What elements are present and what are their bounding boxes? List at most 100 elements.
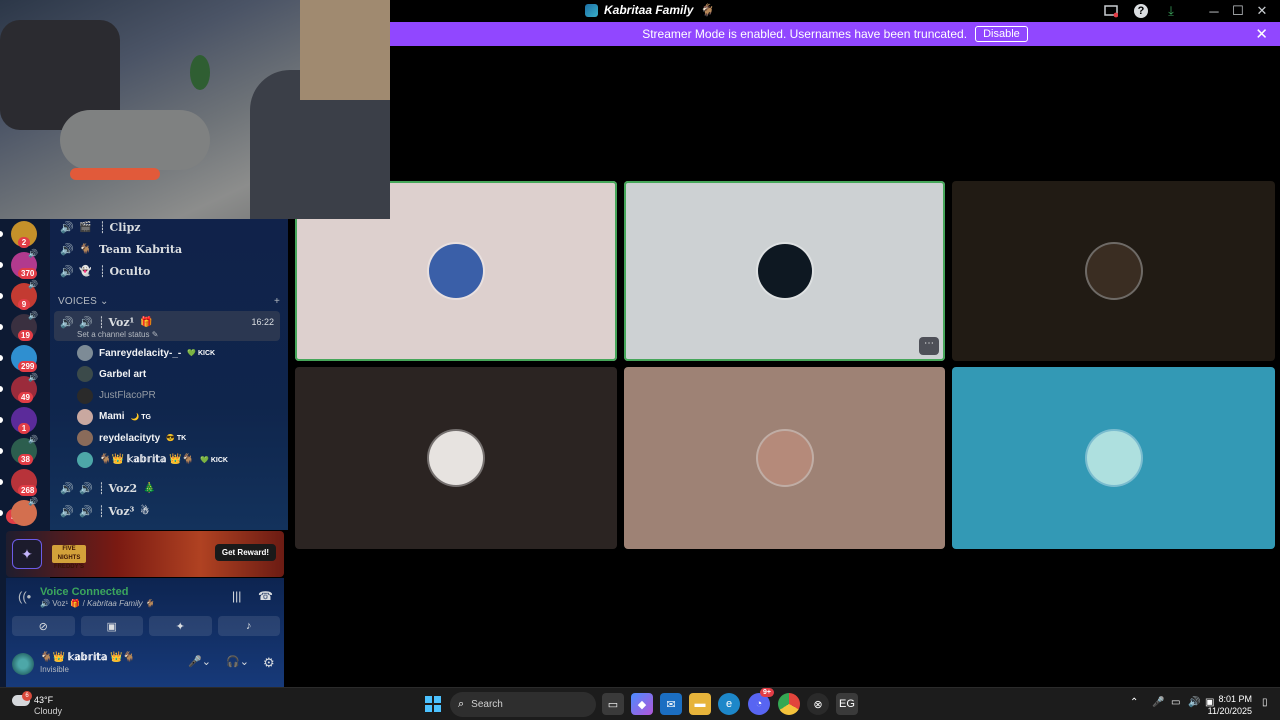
channel-team-kabrita[interactable]: 🔊 🐐 Team Kabrita bbox=[58, 238, 280, 260]
microphone-tray-icon[interactable]: 🎤 bbox=[1152, 697, 1164, 708]
participant-tile[interactable]: ⋯ bbox=[624, 181, 945, 361]
weather-desc: Cloudy bbox=[34, 706, 63, 716]
gear-icon[interactable]: ⚙ bbox=[263, 655, 275, 671]
user-avatar[interactable] bbox=[12, 653, 34, 675]
discord-icon[interactable]: ◔ 9+ bbox=[748, 688, 774, 715]
participant-tile[interactable] bbox=[295, 367, 617, 549]
network-icon[interactable]: ▭ bbox=[1171, 697, 1180, 708]
activities-icon[interactable]: ✦ bbox=[149, 616, 212, 636]
microphone-icon[interactable]: 🎤⌄ bbox=[188, 655, 211, 668]
add-channel-icon[interactable]: + bbox=[274, 296, 280, 307]
voice-speaker-icon: 🔊 bbox=[60, 220, 74, 234]
channel-oculto[interactable]: 🔊 👻 ┊ Oculto bbox=[58, 260, 280, 282]
voice-member[interactable]: Mami 🌙 TG bbox=[77, 407, 151, 427]
copilot-icon[interactable]: ◆ bbox=[631, 693, 653, 715]
headphones-icon[interactable]: 🎧⌄ bbox=[226, 655, 249, 668]
voice-member[interactable]: Fanreydelacity-_- 💚 KICK bbox=[77, 343, 215, 363]
participant-avatar bbox=[1086, 244, 1141, 298]
channel-clipz[interactable]: 🔊 🎬 ┊ Clipz bbox=[58, 216, 280, 238]
disconnect-icon[interactable]: ☎ bbox=[258, 589, 273, 603]
promo-logo: FIVE NIGHTS FREDDY'S bbox=[52, 545, 86, 570]
screen-share-icon[interactable]: ▣ bbox=[80, 616, 143, 636]
webcam-overlay bbox=[0, 0, 390, 219]
outlook-icon[interactable]: ✉ bbox=[660, 693, 682, 715]
participant-tile[interactable] bbox=[952, 181, 1275, 361]
notification-icon[interactable]: ▯ bbox=[1262, 697, 1268, 708]
voice-member[interactable]: reydelacityty 😎 TK bbox=[77, 428, 186, 448]
user-area: 🐐👑 𝕜𝕒𝕓𝕣𝕚𝕥𝕒 👑🐐 Invisible 🎤⌄ 🎧⌄ ⚙ bbox=[12, 650, 280, 682]
channel-name: ┊ Oculto bbox=[99, 264, 151, 278]
volume-icon[interactable]: 🔊 bbox=[1188, 697, 1200, 708]
member-tag-text: KICK bbox=[197, 350, 216, 357]
member-tag-text: TK bbox=[176, 435, 187, 443]
screen-icon[interactable] bbox=[1096, 0, 1126, 22]
voice-speaker-icon: 🔊 bbox=[60, 242, 74, 256]
channel-emoji: 👻 bbox=[79, 265, 92, 277]
voice-channel-voz2[interactable]: 🔊 🔊 ┊ Voz2 🎄 bbox=[58, 477, 280, 499]
promo-banner[interactable]: ✦ FIVE NIGHTS FREDDY'S Get Reward! bbox=[6, 531, 284, 577]
help-icon[interactable]: ? bbox=[1134, 4, 1148, 18]
voice-member[interactable]: Garbel art bbox=[77, 364, 146, 384]
start-icon[interactable] bbox=[425, 696, 441, 712]
server-badge: 299 bbox=[18, 361, 38, 372]
participant-avatar bbox=[757, 244, 812, 298]
signal-icon[interactable]: ((• bbox=[18, 589, 31, 604]
channel-emoji: 🎬 bbox=[79, 221, 92, 233]
download-icon[interactable]: ⤓ bbox=[1156, 0, 1186, 22]
server-badge: 2 bbox=[18, 237, 30, 248]
task-view-icon[interactable]: ▭ bbox=[602, 693, 624, 715]
voice-connection-channel[interactable]: 🔊 Voz¹ 🎁 / Kabritaa Family 🐐 bbox=[40, 599, 155, 608]
date: 11/20/2025 bbox=[1207, 706, 1252, 716]
participant-tile[interactable] bbox=[624, 367, 945, 549]
soundboard-icon[interactable]: ♪ bbox=[217, 616, 280, 636]
member-tag: 💚 KICK bbox=[187, 349, 215, 357]
edge-icon[interactable]: e bbox=[718, 693, 740, 715]
chrome-icon[interactable] bbox=[778, 693, 800, 715]
member-tag-mark: 😎 bbox=[166, 435, 175, 443]
more-options-icon[interactable]: ⋯ bbox=[919, 337, 939, 355]
show-hidden-icons[interactable]: ⌃ bbox=[1130, 697, 1138, 708]
member-name: reydelacityty bbox=[99, 432, 161, 444]
channel-sidebar: 🔊 🎬 ┊ Clipz 🔊 🐐 Team Kabrita 🔊 👻 ┊ Ocult… bbox=[50, 219, 288, 530]
taskbar-clock[interactable]: 8:01 PM 11/20/2025 bbox=[1208, 693, 1252, 717]
disable-button[interactable]: Disable bbox=[975, 26, 1028, 42]
voice-speaker-icon: 🔊 bbox=[79, 481, 93, 495]
participant-tile[interactable] bbox=[952, 367, 1275, 549]
voice-active-icon: 🔊 bbox=[28, 280, 38, 289]
channel-name: ┊ Voz2 bbox=[98, 481, 138, 495]
voice-connected-label[interactable]: Voice Connected bbox=[40, 586, 128, 598]
member-name: Mami bbox=[99, 411, 125, 423]
camera-off-icon[interactable]: ⊘ bbox=[12, 616, 75, 636]
epic-games-icon[interactable]: EG bbox=[836, 693, 858, 715]
minimize-icon[interactable]: ─ bbox=[1202, 0, 1226, 22]
channel-status[interactable]: Set a channel status ✎ bbox=[77, 330, 158, 339]
voice-member[interactable]: JustFlacoPR bbox=[77, 386, 156, 406]
user-name[interactable]: 🐐👑 𝕜𝕒𝕓𝕣𝕚𝕥𝕒 👑🐐 bbox=[40, 652, 135, 663]
get-reward-button[interactable]: Get Reward! bbox=[214, 544, 276, 561]
voice-member[interactable]: 🐐👑 𝕜𝕒𝕓𝕣𝕚𝕥𝕒 👑🐐 💚 KICK bbox=[77, 450, 228, 470]
voices-section-header[interactable]: VOICES ⌄ + bbox=[58, 296, 280, 307]
close-icon[interactable]: ✕ bbox=[1250, 0, 1274, 22]
search-label: Search bbox=[471, 699, 503, 710]
chevron-down-icon: ⌄ bbox=[99, 296, 109, 307]
unread-pill bbox=[0, 448, 3, 454]
webcam-plant bbox=[190, 55, 210, 90]
taskbar-search[interactable]: ⌕ Search bbox=[450, 692, 596, 717]
banner-message: Streamer Mode is enabled. Usernames have… bbox=[642, 27, 968, 41]
search-icon: ⌕ bbox=[458, 698, 465, 710]
unread-pill bbox=[0, 417, 3, 423]
taskbar: 6 43°F Cloudy ⌕ Search ▭ ◆ ✉ ▬ e ◔ 9+ ⊗ E… bbox=[0, 687, 1280, 720]
member-name: 🐐👑 𝕜𝕒𝕓𝕣𝕚𝕥𝕒 👑🐐 bbox=[99, 454, 195, 465]
banner-close-icon[interactable]: ✕ bbox=[1255, 25, 1268, 43]
weather-badge: 6 bbox=[22, 691, 32, 701]
voice-channel-voz3[interactable]: 🔊 🔊 ┊ Voz³ ☃ bbox=[58, 500, 280, 522]
maximize-icon[interactable]: ☐ bbox=[1226, 0, 1250, 22]
noise-suppression-icon[interactable]: ||| bbox=[232, 589, 241, 603]
active-voice-channel[interactable]: 🔊 🔊 ┊ Voz¹ 🎁 16:22 Set a channel status … bbox=[54, 311, 280, 341]
xbox-icon[interactable]: ⊗ bbox=[807, 693, 829, 715]
voice-speaker-icon: 🔊 bbox=[79, 504, 93, 518]
member-name: Garbel art bbox=[99, 368, 147, 380]
member-tag: 😎 TK bbox=[166, 434, 186, 442]
file-explorer-icon[interactable]: ▬ bbox=[689, 693, 711, 715]
server-badge: 1 bbox=[18, 423, 30, 434]
